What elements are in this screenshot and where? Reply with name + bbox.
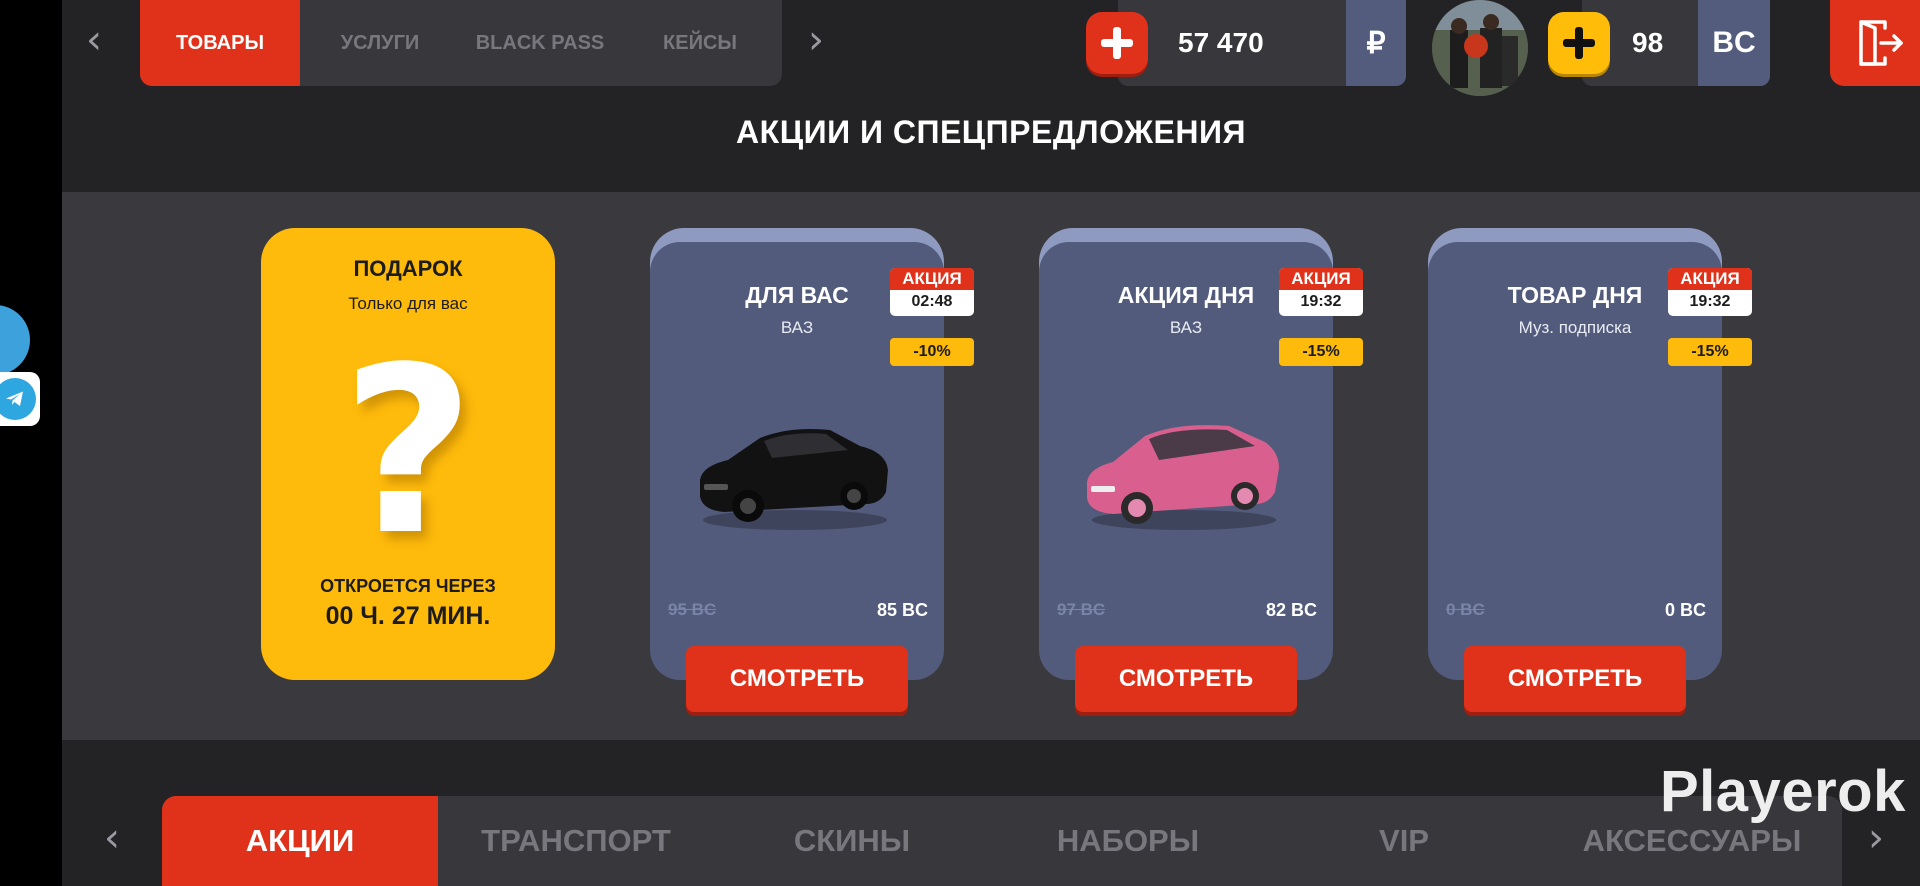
card-model: ВАЗ — [780, 318, 814, 337]
tab-promotions[interactable]: АКЦИИ — [162, 796, 438, 886]
tab-vip[interactable]: VIP — [1266, 796, 1542, 886]
promo-badge: АКЦИЯ 02:48 — [890, 268, 974, 316]
rub-unit: ₽ — [1346, 0, 1406, 86]
gift-subtitle: Только для вас — [348, 294, 468, 313]
card-model: Муз. подписка — [1518, 318, 1632, 337]
rub-balance: 57 470 ₽ — [1118, 0, 1406, 86]
discount-badge: -10% — [890, 338, 974, 366]
bc-balance: 98 BC — [1582, 0, 1770, 86]
new-price: 0 BC — [1664, 600, 1706, 620]
add-rub-button[interactable] — [1086, 12, 1148, 74]
top-tabs: ТОВАРЫ УСЛУГИ BLACK PASS КЕЙСЫ — [140, 0, 782, 86]
plus-icon — [1101, 27, 1133, 59]
tab-transport[interactable]: ТРАНСПОРТ — [438, 796, 714, 886]
view-button[interactable]: СМОТРЕТЬ — [686, 646, 908, 712]
view-button[interactable]: СМОТРЕТЬ — [1464, 646, 1686, 712]
left-black-strip — [0, 0, 62, 886]
sedan-car-image — [700, 429, 888, 530]
promo-badge: АКЦИЯ 19:32 — [1279, 268, 1363, 316]
category-nav: ‹ АКЦИИ ТРАНСПОРТ СКИНЫ НАБОРЫ VIP АКСЕС… — [62, 796, 1920, 886]
add-bc-button[interactable] — [1548, 12, 1610, 74]
shop-screen: ‹ ТОВАРЫ УСЛУГИ BLACK PASS КЕЙСЫ › 57 47… — [62, 0, 1920, 886]
tab-bundles[interactable]: НАБОРЫ — [990, 796, 1266, 886]
watermark: Playerok — [1660, 759, 1906, 824]
discount-badge: -15% — [1668, 338, 1752, 366]
gift-card[interactable]: ПОДАРОК Только для вас ? ОТКРОЕТСЯ ЧЕРЕЗ… — [261, 228, 555, 680]
exit-button[interactable] — [1830, 0, 1920, 86]
gift-timer: 00 Ч. 27 МИН. — [325, 602, 491, 630]
top-tabs-next-arrow[interactable]: › — [808, 20, 824, 60]
gift-opens-label: ОТКРОЕТСЯ ЧЕРЕЗ — [320, 576, 496, 596]
old-price: 97 BC — [1057, 600, 1106, 619]
promo-timer: 19:32 — [1300, 293, 1342, 310]
plus-icon — [1563, 27, 1595, 59]
card-model: ВАЗ — [1169, 318, 1203, 337]
tab-skins[interactable]: СКИНЫ — [714, 796, 990, 886]
gift-title: ПОДАРОК — [353, 256, 463, 281]
category-tabs: АКЦИИ ТРАНСПОРТ СКИНЫ НАБОРЫ VIP АКСЕССУ… — [162, 796, 1842, 886]
category-prev-arrow[interactable]: ‹ — [104, 818, 120, 858]
new-price: 85 BC — [876, 600, 928, 620]
rub-amount: 57 470 — [1178, 27, 1264, 58]
section-title: АКЦИИ И СПЕЦПРЕДЛОЖЕНИЯ — [736, 114, 1246, 150]
promo-timer: 19:32 — [1689, 293, 1731, 310]
bc-amount: 98 — [1632, 27, 1664, 58]
bc-unit: BC — [1698, 0, 1770, 86]
offer-card-for-you[interactable]: ДЛЯ ВАС ВАЗ АКЦИЯ 02:48 -10% 95 BC 85 BC… — [650, 228, 974, 712]
telegram-icon[interactable] — [0, 372, 40, 426]
hatchback-car-image — [1087, 425, 1279, 530]
offer-card-product-of-day[interactable]: ТОВАР ДНЯ Муз. подписка АКЦИЯ 19:32 -15%… — [1428, 228, 1752, 712]
offers-panel: ПОДАРОК Только для вас ? ОТКРОЕТСЯ ЧЕРЕЗ… — [62, 192, 1920, 740]
avatar[interactable] — [1432, 0, 1528, 96]
promo-timer: 02:48 — [911, 293, 953, 310]
old-price: 0 BC — [1446, 600, 1485, 619]
question-mark-icon: ? — [341, 319, 475, 586]
view-button[interactable]: СМОТРЕТЬ — [1075, 646, 1297, 712]
offer-card-deal-of-day[interactable]: АКЦИЯ ДНЯ ВАЗ АКЦИЯ 19:32 -15% 97 BC 82 … — [1039, 228, 1363, 712]
tab-goods[interactable]: ТОВАРЫ — [140, 0, 300, 86]
new-price: 82 BC — [1265, 600, 1317, 620]
top-tabs-prev-arrow[interactable]: ‹ — [86, 20, 102, 60]
exit-door-icon — [1859, 20, 1903, 66]
top-bar: ‹ ТОВАРЫ УСЛУГИ BLACK PASS КЕЙСЫ › 57 47… — [62, 0, 1920, 96]
tab-services[interactable]: УСЛУГИ — [300, 0, 460, 86]
tab-cases[interactable]: КЕЙСЫ — [620, 0, 780, 86]
promo-badge-label: АКЦИЯ — [890, 268, 974, 290]
discount-badge: -15% — [1279, 338, 1363, 366]
tab-black-pass[interactable]: BLACK PASS — [460, 0, 620, 86]
promo-badge-label: АКЦИЯ — [1668, 268, 1752, 290]
old-price: 95 BC — [668, 600, 717, 619]
promo-badge-label: АКЦИЯ — [1279, 268, 1363, 290]
promo-badge: АКЦИЯ 19:32 — [1668, 268, 1752, 316]
